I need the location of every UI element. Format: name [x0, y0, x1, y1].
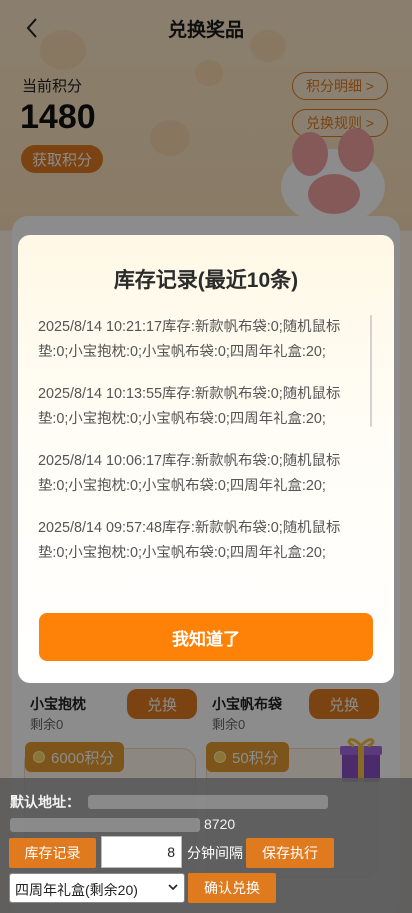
address-tail: 8720	[204, 816, 236, 832]
interval-input[interactable]: 8	[101, 836, 182, 868]
record-item: 2025/8/14 10:13:55库存:新款帆布袋:0;随机鼠标垫:0;小宝抱…	[38, 386, 341, 427]
save-execute-button[interactable]: 保存执行	[246, 838, 334, 868]
item-select[interactable]: 四周年礼盒(剩余20)	[9, 873, 185, 903]
stock-record-button[interactable]: 库存记录	[9, 838, 96, 868]
confirm-exchange-button[interactable]: 确认兑换	[188, 873, 276, 903]
record-list[interactable]: 2025/8/14 10:21:17库存:新款帆布袋:0;随机鼠标垫:0;小宝抱…	[38, 315, 358, 565]
record-item: 2025/8/14 09:57:48库存:新款帆布袋:0;随机鼠标垫:0;小宝抱…	[38, 520, 341, 561]
acknowledge-button[interactable]: 我知道了	[39, 613, 373, 661]
selected-item: 四周年礼盒(剩余20)	[15, 882, 138, 898]
record-item: 2025/8/14 10:21:17库存:新款帆布袋:0;随机鼠标垫:0;小宝抱…	[38, 319, 341, 360]
address-label: 默认地址：	[10, 794, 80, 810]
redacted-address	[10, 818, 200, 832]
record-item: 2025/8/14 10:06:17库存:新款帆布袋:0;随机鼠标垫:0;小宝抱…	[38, 453, 341, 494]
interval-label: 分钟间隔	[187, 845, 243, 861]
scrollbar[interactable]	[370, 315, 372, 427]
chevron-down-icon	[168, 884, 178, 891]
modal-title: 库存记录(最近10条)	[113, 269, 299, 292]
redacted-address	[88, 795, 328, 809]
stock-record-modal: 库存记录(最近10条) 2025/8/14 10:21:17库存:新款帆布袋:0…	[18, 235, 394, 683]
